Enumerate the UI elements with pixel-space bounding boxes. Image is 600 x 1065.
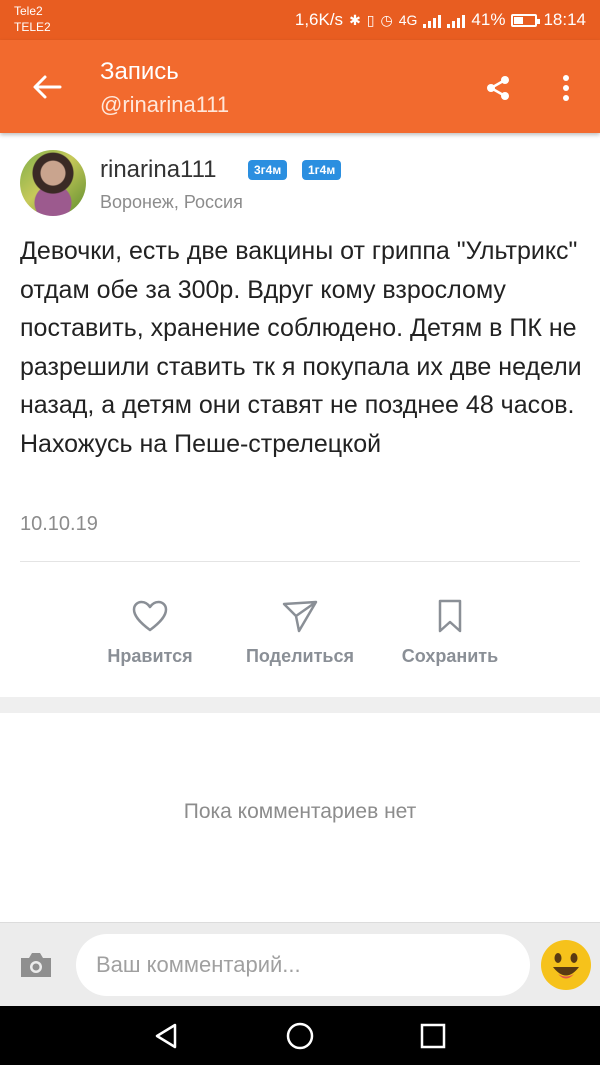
status-icons: 1,6K/s ✱ ▯ ◷ 4G 41% 18:14 [295, 0, 586, 40]
square-recent-icon [420, 1023, 446, 1049]
more-vert-icon [563, 75, 569, 101]
share-icon [487, 76, 509, 100]
network-type: 4G [398, 12, 418, 28]
share-label: Поделиться [245, 646, 355, 666]
page-subtitle: @rinarina111 [100, 92, 230, 117]
back-button[interactable] [22, 66, 72, 108]
emoji-icon[interactable] [540, 939, 592, 991]
page-title: Запись [100, 58, 179, 85]
clock: 18:14 [543, 10, 586, 29]
heart-icon [132, 600, 168, 632]
comment-input[interactable] [76, 934, 530, 996]
nav-recent-button[interactable] [413, 1016, 453, 1056]
like-button[interactable]: Нравится [80, 596, 220, 667]
vibrate-icon: ▯ [366, 11, 375, 28]
badge-age-2: 1г4м [302, 160, 342, 180]
carrier-2: TELE2 [14, 20, 51, 34]
save-label: Сохранить [401, 646, 499, 666]
carrier-1: Tele2 [14, 4, 43, 18]
alarm-icon: ◷ [380, 11, 393, 28]
post-date: 10.10.19 [20, 513, 98, 535]
save-button[interactable]: Сохранить [380, 596, 520, 667]
avatar[interactable] [20, 150, 86, 216]
send-icon [282, 600, 318, 633]
divider [20, 561, 580, 562]
signal-2-icon [447, 12, 466, 28]
comment-bar [0, 922, 600, 1007]
nav-back-button[interactable] [146, 1016, 186, 1056]
back-arrow-icon [33, 75, 62, 99]
battery-icon [511, 13, 541, 27]
share-button[interactable] [478, 68, 518, 108]
nav-home-button[interactable] [280, 1016, 320, 1056]
share-post-button[interactable]: Поделиться [230, 596, 370, 667]
badge-age-1: 3г4м [248, 160, 288, 180]
post-text: Девочки, есть две вакцины от гриппа "Уль… [20, 237, 582, 458]
no-comments-text: Пока комментариев нет [183, 800, 417, 823]
post-author[interactable]: rinarina111 [100, 156, 217, 184]
camera-icon [21, 953, 51, 977]
post-location: Воронеж, Россия [100, 192, 243, 212]
battery-fill [514, 16, 524, 24]
bluetooth-icon: ✱ [349, 11, 361, 28]
camera-button[interactable] [16, 945, 56, 985]
like-label: Нравится [107, 646, 193, 666]
circle-home-icon [286, 1022, 314, 1050]
section-separator [0, 697, 600, 713]
triangle-back-icon [155, 1023, 177, 1049]
status-bar: Tele2 TELE2 1,6K/s ✱ ▯ ◷ 4G 41% 18:14 [0, 0, 600, 40]
signal-1-icon [423, 12, 442, 28]
battery-percent: 41% [471, 10, 506, 29]
system-nav-bar [0, 1006, 600, 1065]
network-speed: 1,6K/s [294, 10, 344, 29]
bookmark-icon [438, 599, 462, 633]
app-bar: Запись @rinarina111 [0, 40, 600, 133]
more-button[interactable] [548, 68, 584, 108]
